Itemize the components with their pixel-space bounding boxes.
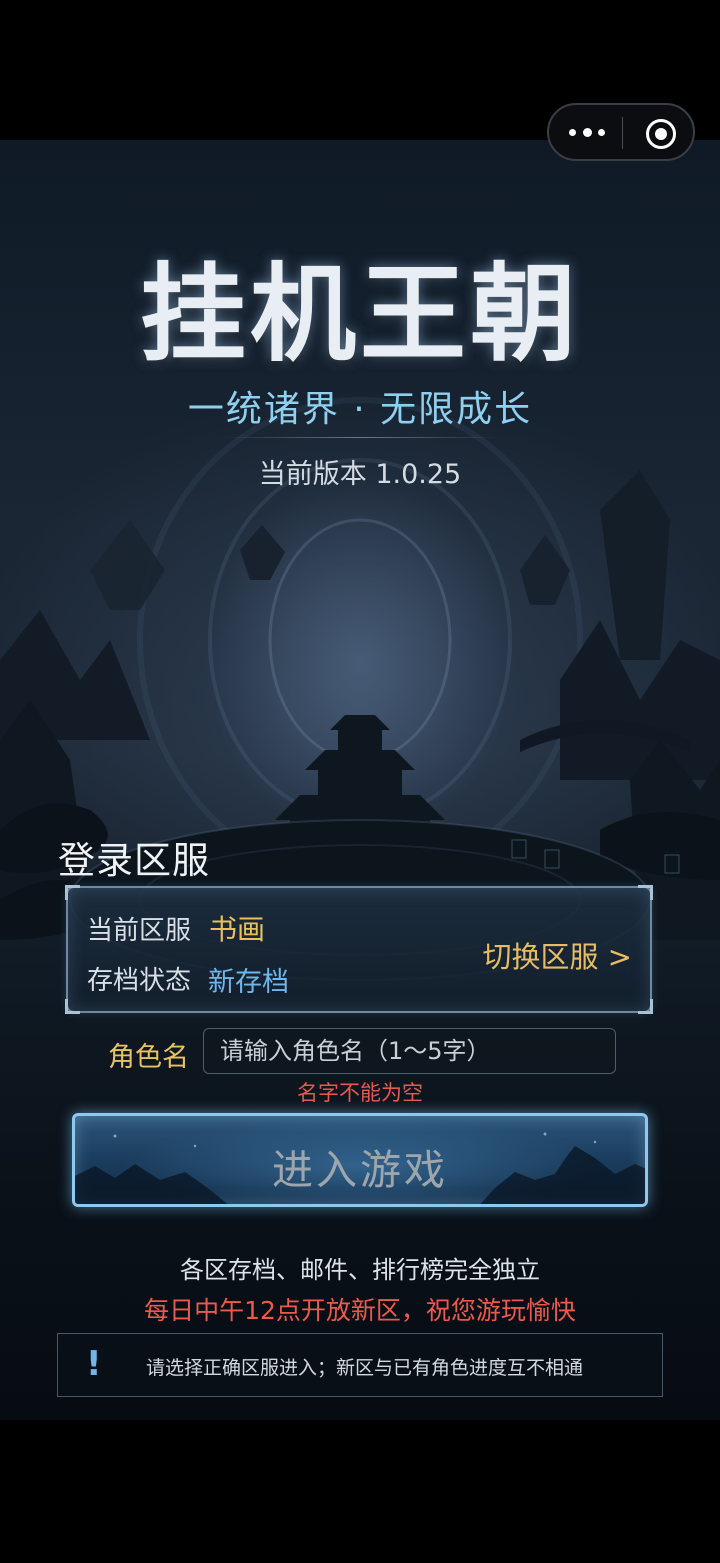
role-name-label: 角色名	[108, 1042, 189, 1073]
game-title: 挂机王朝	[140, 251, 580, 376]
card-corner-decoration	[638, 885, 653, 900]
server-card[interactable]: 当前区服 书画 存档状态 新存档 切换区服 >	[65, 885, 653, 1014]
mini-program-capsule	[547, 103, 695, 161]
version-text: 当前版本 1.0.25	[258, 459, 462, 490]
enter-game-button[interactable]: 进入游戏	[72, 1113, 648, 1207]
switch-server-button[interactable]: 切换区服 >	[482, 934, 632, 976]
save-status-value: 新存档	[208, 967, 289, 998]
notice-text: 请选择正确区服进入；新区与已有角色进度互不相通	[146, 1357, 584, 1379]
notice-box: ! 请选择正确区服进入；新区与已有角色进度互不相通	[57, 1333, 663, 1397]
bottom-safe-area	[0, 1420, 720, 1563]
login-section-label: 登录区服	[58, 839, 210, 882]
capsule-divider	[622, 117, 623, 149]
game-subtitle: 一统诸界 · 无限成长	[187, 389, 533, 430]
card-corner-decoration	[65, 885, 80, 900]
more-dots-icon[interactable]	[569, 122, 605, 142]
save-status-label: 存档状态	[87, 966, 192, 996]
exclamation-icon: !	[86, 1344, 102, 1384]
current-server-label: 当前区服	[87, 916, 192, 946]
role-name-input[interactable]	[203, 1028, 616, 1074]
server-independence-info: 各区存档、邮件、排行榜完全独立	[180, 1256, 540, 1284]
name-error-text: 名字不能为空	[297, 1081, 423, 1105]
new-server-info: 每日中午12点开放新区，祝您游玩愉快	[144, 1296, 576, 1325]
subtitle-divider	[220, 437, 500, 438]
card-corner-decoration	[638, 999, 653, 1014]
close-circle-icon[interactable]	[646, 119, 676, 149]
current-server-value: 书画	[209, 913, 266, 946]
card-corner-decoration	[65, 999, 80, 1014]
enter-game-label: 进入游戏	[272, 1146, 448, 1194]
